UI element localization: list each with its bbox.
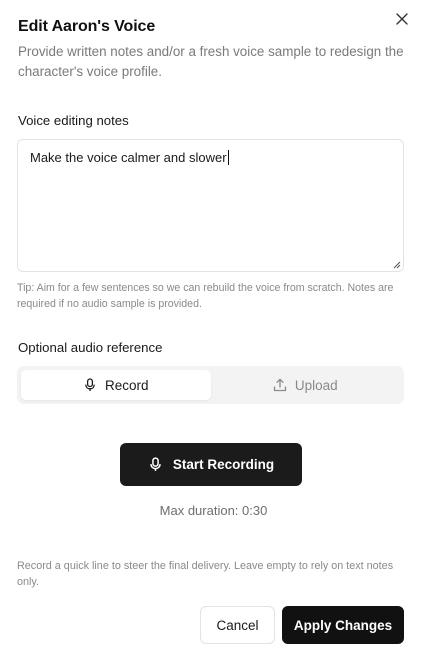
dialog-description: Provide written notes and/or a fresh voi… (18, 44, 404, 79)
audio-mode-toggle: Record Upload (17, 366, 404, 404)
close-icon (396, 13, 408, 25)
close-button[interactable] (393, 10, 411, 28)
start-recording-label: Start Recording (172, 457, 275, 472)
text-caret (227, 150, 229, 165)
dialog-title: Edit Aaron's Voice (18, 18, 156, 35)
notes-label: Voice editing notes (18, 113, 129, 128)
upload-icon (273, 378, 287, 392)
tab-upload[interactable]: Upload (211, 370, 401, 400)
edit-voice-dialog: Edit Aaron's Voice Provide written notes… (0, 0, 427, 668)
max-duration-text: Max duration: 0:30 (159, 503, 268, 518)
audio-footnote: Record a quick line to steer the final d… (17, 560, 394, 588)
voice-notes-value: Make the voice calmer and slower (30, 150, 229, 165)
audio-label: Optional audio reference (18, 340, 163, 355)
cancel-button[interactable]: Cancel (200, 606, 275, 644)
microphone-icon (150, 457, 161, 471)
tab-record[interactable]: Record (21, 370, 211, 400)
microphone-icon (85, 378, 95, 391)
tab-record-label: Record (104, 377, 149, 393)
voice-notes-textarea[interactable]: Make the voice calmer and slower (17, 139, 404, 272)
notes-tip: Tip: Aim for a few sentences so we can r… (17, 282, 394, 310)
start-recording-button[interactable]: Start Recording (120, 443, 302, 486)
tab-upload-label: Upload (294, 377, 338, 393)
apply-changes-button[interactable]: Apply Changes (282, 606, 404, 644)
resize-handle-icon[interactable] (392, 260, 401, 269)
